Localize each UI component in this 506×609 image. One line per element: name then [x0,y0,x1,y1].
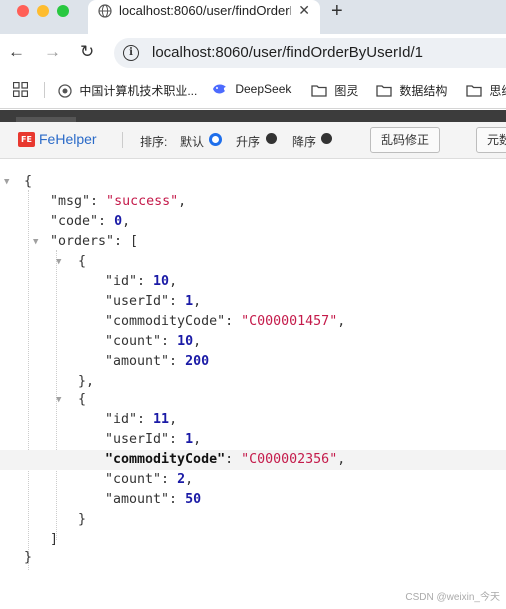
sort-default-label: 默认 [180,135,205,149]
bookmark-label: 中国计算机技术职业... [79,84,198,98]
folder-icon [376,85,392,97]
json-line-id: "id": 10, [105,274,178,289]
json-root-open: ▼{ [0,172,506,192]
sort-asc-radio[interactable] [266,133,277,144]
folder-icon [466,85,482,97]
fehelper-name[interactable]: FeHelper [39,131,97,147]
sort-asc-label: 升序 [236,135,261,149]
bookmark-label: 思维 [489,84,506,98]
browser-toolbar: ← → ↻ i localhost:8060/user/findOrderByU… [0,34,506,72]
address-bar[interactable]: i localhost:8060/user/findOrderByUserId/… [114,38,506,68]
folder-icon [311,85,327,97]
json-line-code: "code": 0, [50,214,131,229]
reload-icon[interactable]: ↻ [80,42,94,62]
bookmark-item-5[interactable]: 思维 [466,82,506,99]
json-line-userid: "userId": 1, [105,294,202,309]
bookmarks-separator [44,82,45,98]
url-text[interactable]: localhost:8060/user/findOrderByUserId/1 [152,44,423,61]
back-arrow-icon[interactable]: ← [8,42,25,62]
bookmark-item-1[interactable]: 中国计算机技术职业... [58,82,197,99]
collapse-triangle-icon[interactable]: ▼ [56,252,61,272]
json-order-0-close: }, [78,374,95,389]
order-count-value: 10 [177,334,194,349]
json-order-0-open: ▼{ [0,252,506,272]
bookmark-item-3[interactable]: 图灵 [311,82,358,99]
bookmark-item-2[interactable]: DeepSeek [212,82,291,96]
browser-tab[interactable]: localhost:8060/user/findOrderByUserId/1 … [88,0,320,34]
json-line-commoditycode: "commodityCode": "C000001457", [105,314,346,329]
bookmark-label: DeepSeek [235,82,292,96]
sort-desc-radio[interactable] [321,133,332,144]
json-line-orders: ▼ "orders": [ [0,232,506,252]
watermark: CSDN @weixin_今天 [405,592,500,603]
close-tab-icon[interactable]: ✕ [298,2,310,19]
json-order-1-open: ▼{ [0,390,506,410]
sort-default-radio[interactable] [209,133,222,146]
json-line-amount: "amount": 200 [105,354,210,369]
order-id-value: 11 [153,412,170,427]
sort-label: 排序: [140,135,168,149]
sort-desc-label: 降序 [292,135,317,149]
json-root-close: } [24,550,33,565]
order-userid-value: 1 [185,432,194,447]
fehelper-logo: FE [18,132,35,147]
tab-strip: localhost:8060/user/findOrderByUserId/1 … [0,0,506,34]
collapse-triangle-icon[interactable]: ▼ [33,232,38,252]
fehelper-separator [122,132,123,148]
tab-title: localhost:8060/user/findOrderByUserId/1 [119,3,291,18]
json-line-msg: "msg": "success", [50,194,187,209]
devtools-strip [0,110,506,122]
minimize-window-button[interactable] [37,5,49,17]
json-orders-close: ] [50,532,59,547]
json-line-id: "id": 11, [105,412,178,427]
order-amount-value: 50 [185,492,202,507]
order-id-value: 10 [153,274,170,289]
order-commoditycode-value: C000001457 [249,314,330,329]
order-userid-value: 1 [185,294,194,309]
json-viewer: ▼{ "msg": "success", "code": 0, ▼ "orders… [0,160,506,609]
metadata-button[interactable]: 元数 [476,127,506,153]
order-amount-value: 200 [185,354,210,369]
order-count-value: 2 [177,472,186,487]
deepseek-icon [213,84,226,94]
json-line-commoditycode-hover[interactable]: "commodityCode": "C000002356", [0,450,506,470]
collapse-triangle-icon[interactable]: ▼ [56,390,61,410]
json-order-1-close: } [78,512,87,527]
code-value: 0 [114,214,123,229]
new-tab-button[interactable]: + [331,0,343,23]
forward-arrow-icon[interactable]: → [44,42,61,62]
globe-icon [98,4,112,18]
site-info-icon[interactable]: i [123,45,139,61]
fehelper-toolbar: FE FeHelper 排序: 默认 升序 降序 乱码修正 元数 [0,122,506,159]
json-line-userid: "userId": 1, [105,432,202,447]
order-commoditycode-value: C000002356 [249,452,330,467]
collapse-triangle-icon[interactable]: ▼ [4,172,9,192]
bookmark-item-4[interactable]: 数据结构 [376,82,447,99]
bookmark-label: 图灵 [334,84,359,98]
close-window-button[interactable] [17,5,29,17]
json-line-count: "count": 2, [105,472,194,487]
maximize-window-button[interactable] [57,5,69,17]
json-line-count: "count": 10, [105,334,202,349]
fix-encoding-button[interactable]: 乱码修正 [370,127,440,153]
apps-grid-icon[interactable] [13,82,28,97]
json-line-amount: "amount": 50 [105,492,202,507]
bookmark-label: 数据结构 [399,84,448,98]
globe-icon [58,84,72,98]
bookmarks-bar: 中国计算机技术职业... DeepSeek 图灵 数据结构 思维 [0,72,506,109]
msg-value: success [114,194,171,209]
